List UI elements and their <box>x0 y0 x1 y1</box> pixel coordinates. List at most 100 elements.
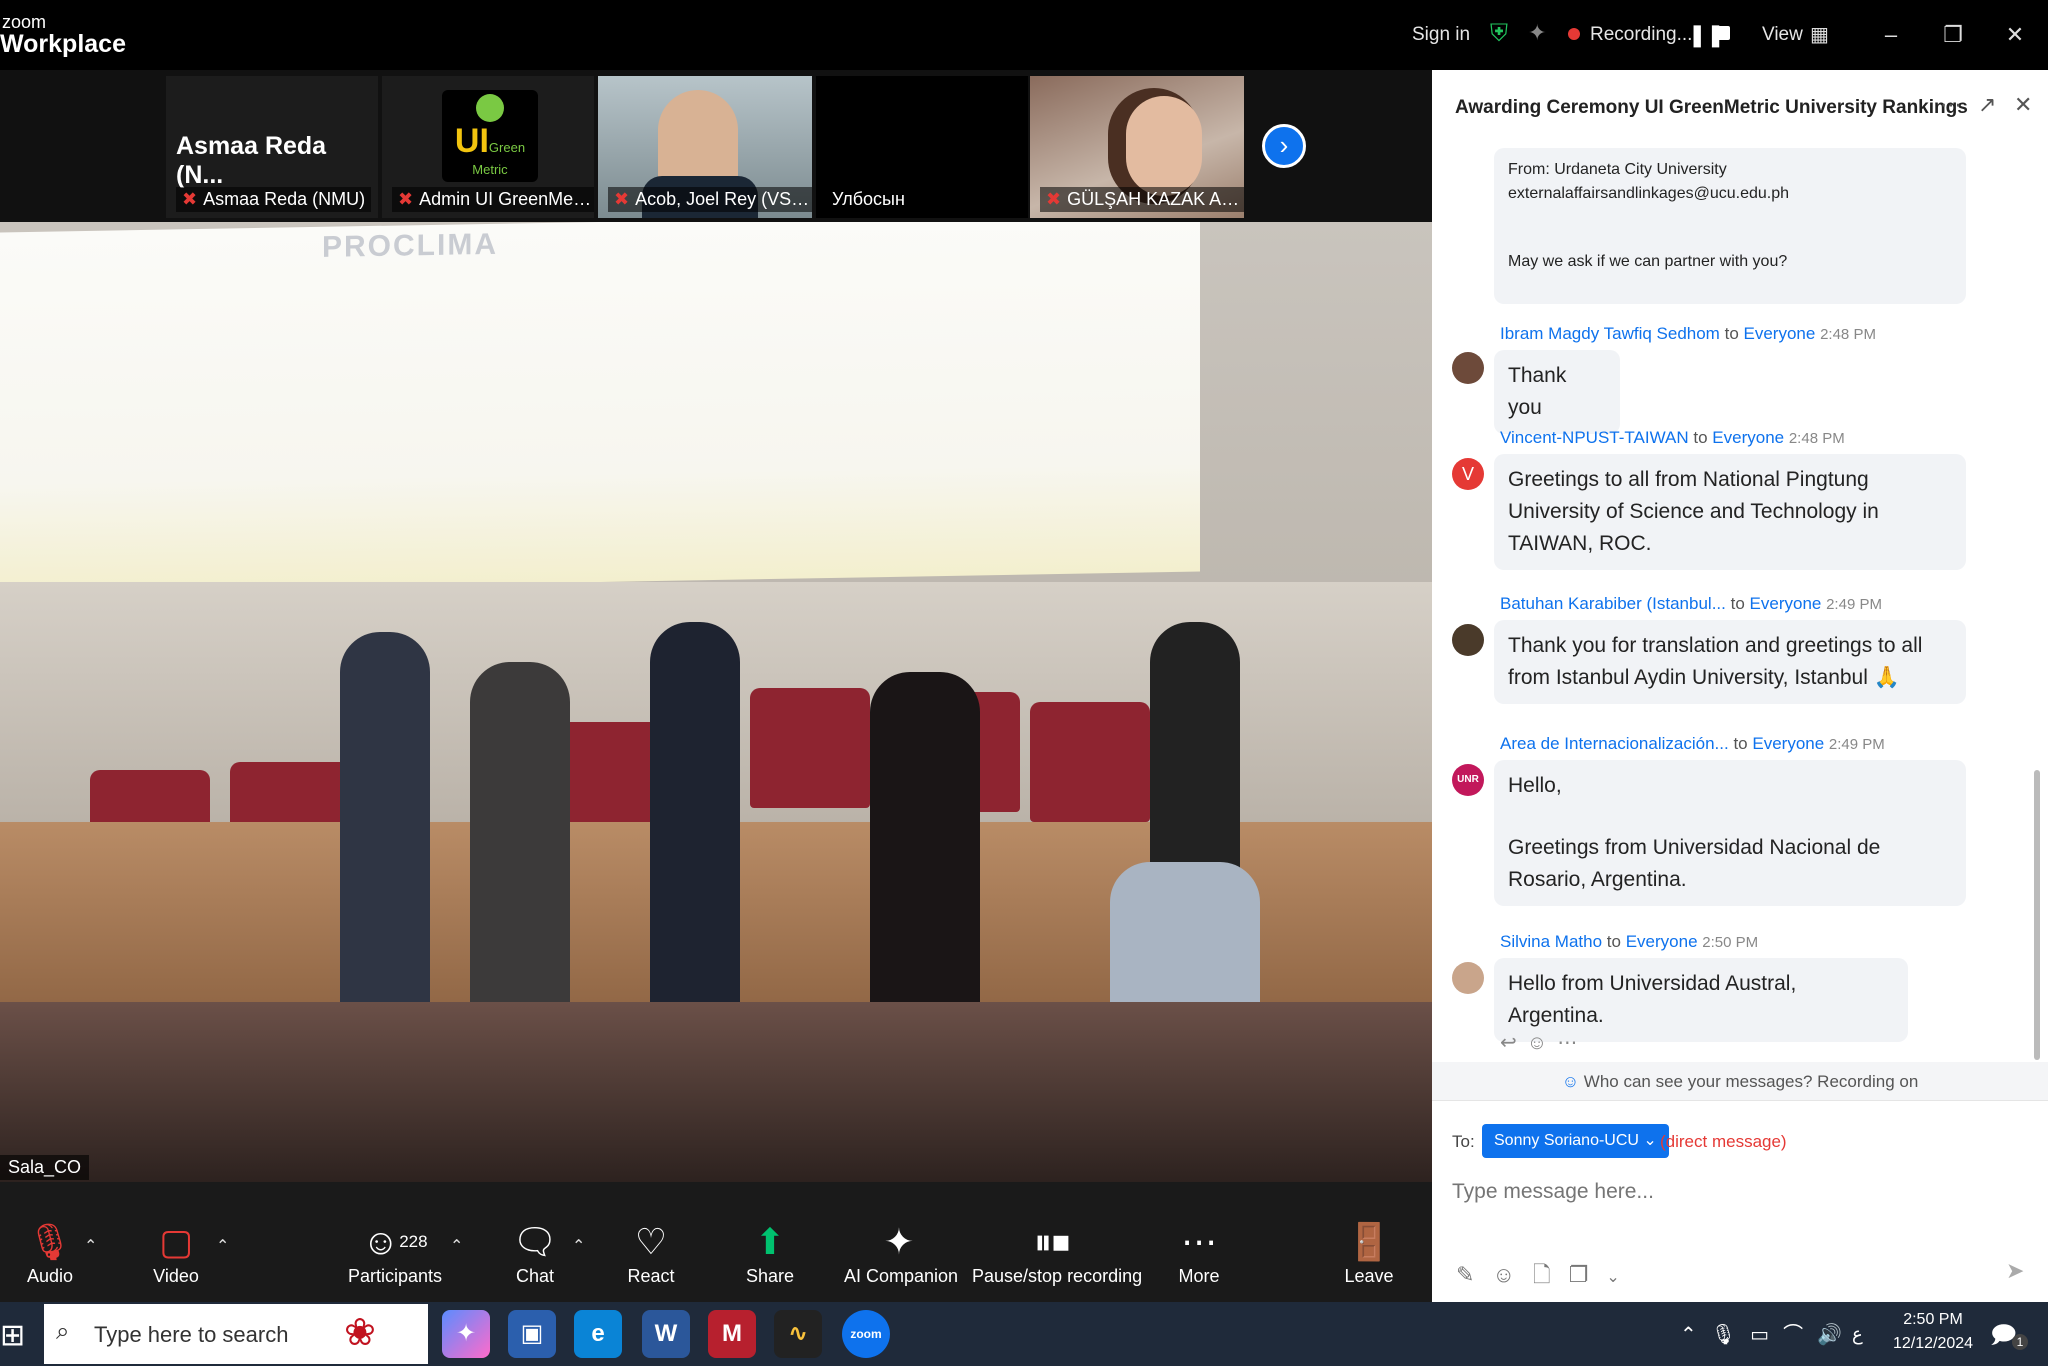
format-icon[interactable]: ✎ <box>1456 1262 1492 1287</box>
participant-tile[interactable]: ✖GÜLŞAH KAZAK AFŞU ... <box>1030 76 1244 218</box>
search-icon: ⌕ <box>56 1318 70 1345</box>
clock[interactable]: 2:50 PM 12/12/2024 <box>1888 1308 1978 1356</box>
taskbar-search[interactable]: ⌕ Type here to search ❀ <box>44 1304 428 1364</box>
participant-name: Acob, Joel Rey (VSU P... <box>635 189 812 209</box>
message-line: May we ask if we can partner with you? <box>1508 253 1788 270</box>
projection-screen: PROCLIMA <box>0 222 1200 593</box>
screen-text: PROCLIMA <box>322 227 498 264</box>
avatar: UNR <box>1452 764 1484 796</box>
ai-sparkle-icon: ✦ <box>883 1221 915 1262</box>
message-sender[interactable]: Area de Internacionalización... to Every… <box>1500 734 1885 754</box>
chevron-up-icon[interactable]: ⌃ <box>1680 1324 1711 1346</box>
chat-message: From: Urdaneta City University externala… <box>1494 148 1966 304</box>
wifi-icon[interactable]: ⌒ <box>1783 1324 1817 1346</box>
emoji-react-icon[interactable]: ☺ <box>1527 1032 1557 1054</box>
zoom-icon[interactable]: zoom <box>842 1310 890 1358</box>
word-icon[interactable]: W <box>642 1310 690 1358</box>
participant-name: Admin UI GreenMetric <box>419 189 594 209</box>
recipient-dropdown[interactable]: Sonny Soriano-UCU ⌄ <box>1482 1124 1669 1158</box>
participant-tile[interactable]: Asmaa Reda (N... ✖ Asmaa Reda (NMU) <box>166 76 378 218</box>
mic-muted-icon: ✖ <box>1046 189 1062 209</box>
participant-video-face <box>1126 96 1202 196</box>
share-button[interactable]: ⬆ Share <box>742 1222 798 1287</box>
windows-start-icon[interactable]: ⊞ <box>0 1318 25 1353</box>
avatar <box>1452 352 1484 384</box>
to-label: To: <box>1452 1132 1475 1151</box>
minimize-icon[interactable]: – <box>1874 18 1908 52</box>
screenshot-icon[interactable]: ❐ <box>1569 1262 1607 1287</box>
message-more-icon[interactable]: ⋯ <box>1557 1032 1587 1054</box>
view-button[interactable]: View <box>1762 24 1803 46</box>
restore-icon[interactable]: ❐ <box>1936 18 1970 52</box>
audio-caret-icon[interactable]: ⌃ <box>84 1236 97 1256</box>
shield-icon[interactable]: ⛨ <box>1490 20 1508 48</box>
more-icon: ⋯ <box>1181 1221 1217 1262</box>
react-button[interactable]: ♡ React <box>624 1222 678 1287</box>
clock-time: 2:50 PM <box>1903 1311 1963 1328</box>
visibility-note-text: Who can see your messages? Recording on <box>1583 1072 1919 1091</box>
leave-button[interactable]: 🚪 Leave <box>1342 1222 1396 1287</box>
participant-name: Улбосын <box>832 189 905 209</box>
file-icon[interactable]: 🗋 <box>1533 1262 1569 1287</box>
speaker-icon[interactable]: 🔊 <box>1817 1324 1856 1346</box>
message-sender[interactable]: Vincent-NPUST-TAIWAN to Everyone 2:48 PM <box>1500 428 1845 448</box>
participant-tile[interactable]: Улбосын <box>816 76 1028 218</box>
audio-button[interactable]: 🎙 Audio <box>20 1222 80 1287</box>
participant-tile[interactable]: ✖Acob, Joel Rey (VSU P... <box>598 76 812 218</box>
send-icon[interactable]: ➤ <box>2006 1258 2024 1284</box>
mic-icon[interactable]: 🎙 <box>1711 1324 1750 1346</box>
recording-status[interactable]: Recording... <box>1590 24 1692 46</box>
logo-text: UI <box>454 122 489 160</box>
chevron-down-icon[interactable]: ⌄ <box>1606 1269 1637 1286</box>
more-button[interactable]: ⋯ More <box>1174 1222 1224 1287</box>
visibility-note[interactable]: ☺ Who can see your messages? Recording o… <box>1432 1062 2048 1102</box>
sparkle-icon[interactable]: ✦ <box>1528 20 1546 46</box>
mic-muted-icon: ✖ <box>614 189 630 209</box>
participants-caret-icon[interactable]: ⌃ <box>450 1236 463 1256</box>
stop-icon[interactable] <box>1716 26 1730 40</box>
avatar <box>1452 624 1484 656</box>
chat-title: Awarding Ceremony UI GreenMetric Univers… <box>1455 97 1968 118</box>
leave-icon: 🚪 <box>1346 1221 1392 1262</box>
video-label: Video <box>153 1266 199 1286</box>
greenmetric-logo: UIGreen Metric <box>442 90 538 182</box>
copilot-icon[interactable]: ✦ <box>442 1310 490 1358</box>
person-icon: ☺ <box>1561 1072 1584 1091</box>
close-icon[interactable]: ✕ <box>1998 18 2032 52</box>
mendeley-icon[interactable]: M <box>708 1310 756 1358</box>
video-button[interactable]: ▢ Video <box>146 1222 206 1287</box>
chat-message: Thank you for translation and greetings … <box>1494 620 1966 704</box>
participants-button[interactable]: ☺228 Participants <box>340 1222 450 1287</box>
chat-caret-icon[interactable]: ⌃ <box>572 1236 585 1256</box>
avatar <box>1452 962 1484 994</box>
chat-message: Greetings to all from National Pingtung … <box>1494 454 1966 570</box>
ai-companion-button[interactable]: ✦ AI Companion <box>844 1221 958 1287</box>
input-language[interactable]: ع <box>1852 1324 1863 1345</box>
grid-view-icon[interactable]: ▦ <box>1810 22 1829 47</box>
mic-muted-icon: ✖ <box>398 189 414 209</box>
sign-in-link[interactable]: Sign in <box>1412 24 1470 46</box>
participant-tile[interactable]: UIGreen Metric ✖ Admin UI GreenMetric <box>382 76 594 218</box>
title-bar <box>0 0 2048 70</box>
message-line: Hello, <box>1508 774 1562 797</box>
next-page-chevron-icon[interactable]: › <box>1262 124 1306 168</box>
clock-date: 12/12/2024 <box>1892 1335 1974 1352</box>
chat-button[interactable]: 🗨 Chat <box>508 1222 562 1287</box>
pause-stop-recording-button[interactable]: ⏸⏹ Pause/stop recording <box>972 1222 1142 1287</box>
chat-scrollbar[interactable] <box>2034 770 2040 1060</box>
emoji-icon[interactable]: ☺ <box>1492 1262 1532 1287</box>
chat-options-icon[interactable]: ⋯ <box>1940 92 1962 118</box>
audio-app-icon[interactable]: ∿ <box>774 1310 822 1358</box>
message-sender[interactable]: Batuhan Karabiber (Istanbul... to Everyo… <box>1500 594 1882 614</box>
message-sender[interactable]: Silvina Matho to Everyone 2:50 PM <box>1500 932 1758 952</box>
close-chat-icon[interactable]: ✕ <box>2014 92 2032 118</box>
video-caret-icon[interactable]: ⌃ <box>216 1236 229 1256</box>
edge-icon[interactable]: e <box>574 1310 622 1358</box>
store-icon[interactable]: ▣ <box>508 1310 556 1358</box>
pop-out-icon[interactable]: ↗ <box>1978 92 1996 118</box>
message-sender[interactable]: Ibram Magdy Tawfiq Sedhom to Everyone 2:… <box>1500 324 1876 344</box>
reply-icon[interactable]: ↩ <box>1500 1032 1527 1054</box>
message-input[interactable] <box>1452 1172 2012 1212</box>
battery-icon[interactable]: ▭ <box>1750 1324 1783 1346</box>
participant-name: GÜLŞAH KAZAK AFŞU ... <box>1067 189 1244 209</box>
